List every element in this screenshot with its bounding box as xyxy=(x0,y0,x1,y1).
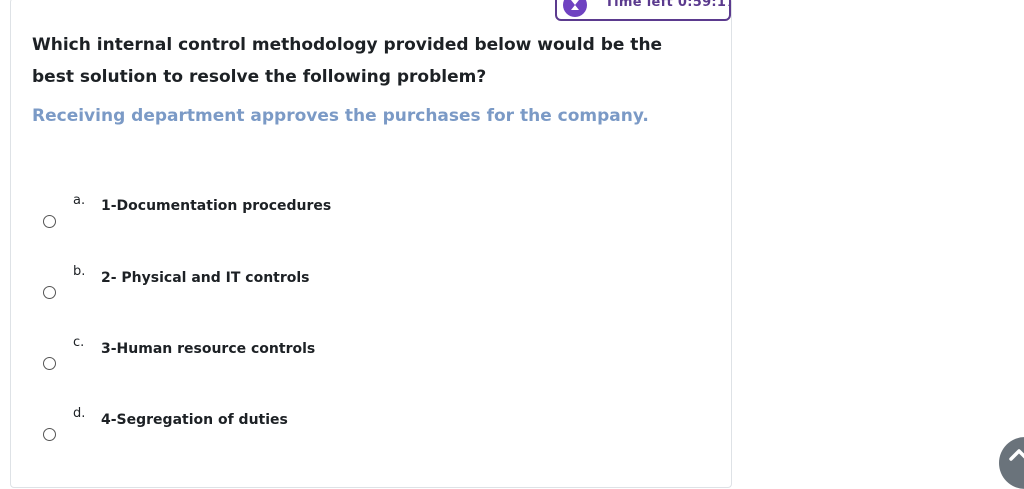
answer-option-b[interactable]: b. 2- Physical and IT controls xyxy=(0,264,700,324)
chevron-up-icon xyxy=(1009,449,1024,461)
question-line-1: Which internal control methodology provi… xyxy=(32,35,663,55)
radio-button-d[interactable] xyxy=(43,428,56,441)
back-to-top-button[interactable] xyxy=(999,437,1024,489)
option-letter: b. xyxy=(73,264,86,279)
question-text: Which internal control methodology provi… xyxy=(32,29,712,93)
answer-option-c[interactable]: c. 3-Human resource controls xyxy=(0,335,700,395)
problem-statement: Receiving department approves the purcha… xyxy=(32,106,649,126)
timer-label: Time left 0:59:17 xyxy=(605,0,731,10)
option-label[interactable]: 4-Segregation of duties xyxy=(101,412,288,428)
option-letter: a. xyxy=(73,193,86,208)
radio-button-b[interactable] xyxy=(43,286,56,299)
radio-button-c[interactable] xyxy=(43,357,56,370)
option-letter: c. xyxy=(73,335,85,350)
quiz-timer[interactable]: Time left 0:59:17 xyxy=(555,0,731,21)
answer-option-d[interactable]: d. 4-Segregation of duties xyxy=(0,406,700,466)
option-label[interactable]: 1-Documentation procedures xyxy=(101,198,331,214)
option-label[interactable]: 2- Physical and IT controls xyxy=(101,270,310,286)
hourglass-icon xyxy=(563,0,587,17)
question-line-2: best solution to resolve the following p… xyxy=(32,67,487,87)
answer-option-a[interactable]: a. 1-Documentation procedures xyxy=(0,193,700,253)
radio-button-a[interactable] xyxy=(43,215,56,228)
option-label[interactable]: 3-Human resource controls xyxy=(101,341,315,357)
option-letter: d. xyxy=(73,406,86,421)
